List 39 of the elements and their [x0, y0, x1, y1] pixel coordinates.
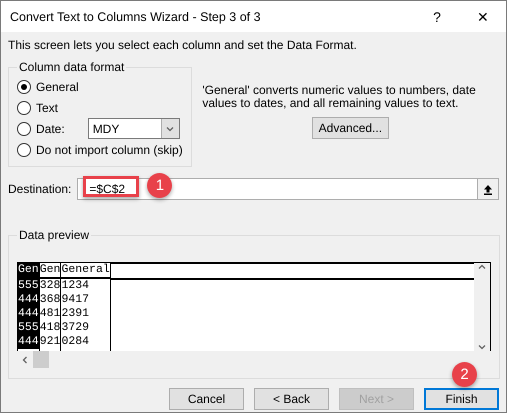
radio-button[interactable]: [17, 80, 31, 94]
advanced-button[interactable]: Advanced...: [312, 117, 390, 139]
column-header[interactable]: Gen: [40, 263, 60, 279]
column-header[interactable]: General: [61, 263, 110, 279]
table-cell: 555: [18, 279, 39, 293]
table-cell: 444: [18, 293, 39, 307]
upload-arrow-icon: [483, 184, 493, 194]
radio-button[interactable]: [17, 122, 31, 136]
table-cell: 555: [18, 321, 39, 335]
radio-label[interactable]: Do not import column (skip): [36, 142, 183, 156]
help-button[interactable]: ?: [414, 1, 460, 32]
table-cell: 444: [18, 307, 39, 321]
intro-text: This screen lets you select each column and set the Data Format.: [8, 38, 358, 52]
step-badge: 1: [147, 173, 172, 198]
radio-label[interactable]: Text: [36, 100, 58, 114]
scroll-thumb[interactable]: [33, 351, 49, 368]
step-badge: 2: [452, 362, 477, 387]
radio-button[interactable]: [17, 100, 31, 114]
close-button[interactable]: ✕: [460, 1, 506, 32]
date-dropdown[interactable]: MDY: [88, 118, 180, 139]
group-title: Column data format: [18, 60, 126, 74]
dialog-button[interactable]: Cancel: [169, 388, 244, 410]
highlight-frame: [83, 176, 140, 197]
dialog-button[interactable]: Finish: [424, 388, 499, 410]
group-title: Data preview: [18, 228, 90, 242]
column-header[interactable]: Gen: [18, 263, 39, 279]
radio-label[interactable]: Date:: [36, 122, 65, 136]
vertical-scrollbar[interactable]: [474, 263, 490, 351]
window-title: Convert Text to Columns Wizard - Step 3 of 3: [10, 10, 262, 24]
scroll-up-icon[interactable]: [478, 263, 486, 271]
radio-button[interactable]: [17, 142, 31, 156]
dialog-button[interactable]: < Back: [254, 388, 329, 410]
table-cell: 444: [18, 335, 39, 349]
collapse-button[interactable]: [477, 178, 499, 200]
format-description: 'General' converts numeric values to numbers, date values to dates, and all remaining values to text.: [202, 84, 477, 110]
destination-label: Destination:: [8, 182, 72, 196]
scroll-left-icon[interactable]: [21, 356, 29, 364]
scroll-down-icon[interactable]: [478, 343, 486, 351]
radio-label[interactable]: General: [36, 80, 79, 94]
